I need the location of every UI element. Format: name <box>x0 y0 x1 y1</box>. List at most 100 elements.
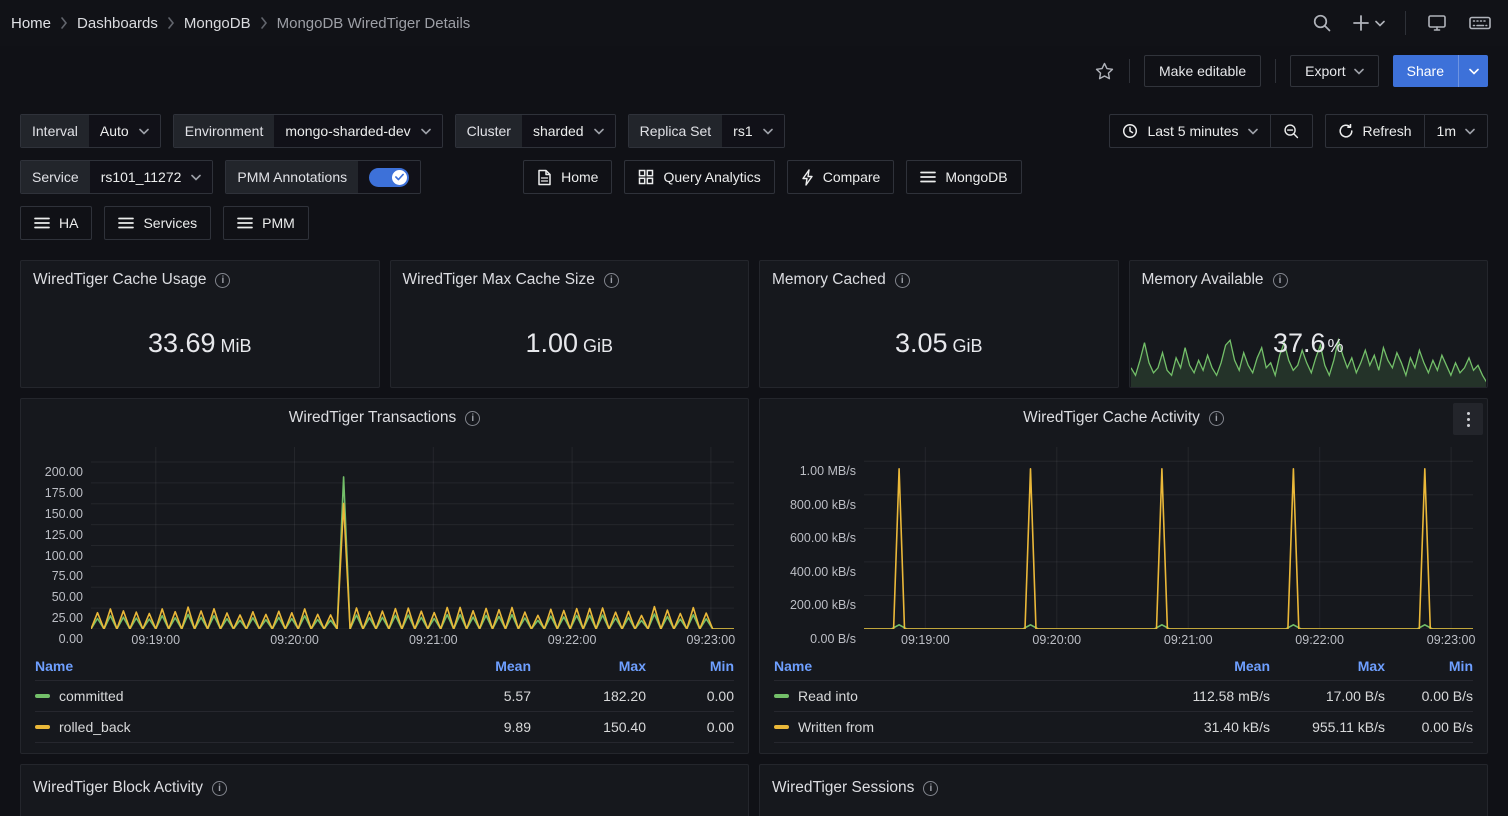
legend-header-mean[interactable]: Mean <box>411 653 531 681</box>
make-editable-button[interactable]: Make editable <box>1144 55 1261 87</box>
bolt-icon <box>801 169 814 186</box>
stat-value: 1.00GiB <box>525 328 613 359</box>
keyboard-icon[interactable] <box>1468 13 1492 33</box>
legend-min-value: 0.00 <box>646 681 734 712</box>
legend-max-value: 17.00 B/s <box>1270 681 1385 712</box>
search-icon[interactable] <box>1312 13 1332 33</box>
info-icon[interactable]: i <box>212 781 227 796</box>
pmm-annotations-control: PMM Annotations <box>225 160 421 194</box>
legend-header-min[interactable]: Min <box>1385 653 1473 681</box>
legend-header-name[interactable]: Name <box>35 653 411 681</box>
info-icon[interactable]: i <box>215 273 230 288</box>
stat-value: 33.69MiB <box>148 328 252 359</box>
info-icon[interactable]: i <box>1209 411 1224 426</box>
refresh-icon <box>1338 123 1354 139</box>
cluster-variable: Cluster sharded <box>455 114 616 148</box>
legend-series-toggle[interactable]: rolled_back <box>35 712 411 743</box>
panel-memory-available: Memory Available i 37.6% <box>1129 260 1489 388</box>
legend-min-value: 0.00 <box>646 712 734 743</box>
pmm-annotations-label: PMM Annotations <box>226 161 358 193</box>
bottom-panels-row: WiredTiger Block Activity i WiredTiger Se… <box>20 764 1488 816</box>
panel-title[interactable]: Memory Available <box>1142 271 1264 289</box>
legend-series-toggle[interactable]: Read into <box>774 681 1150 712</box>
panel-title[interactable]: WiredTiger Transactions <box>289 409 456 427</box>
service-value-dropdown[interactable]: rs101_11272 <box>90 161 213 193</box>
panel-title[interactable]: WiredTiger Cache Activity <box>1023 409 1200 427</box>
time-range-picker: Last 5 minutes <box>1109 114 1312 148</box>
replica-set-value-dropdown[interactable]: rs1 <box>722 115 783 147</box>
environment-value-dropdown[interactable]: mongo-sharded-dev <box>274 115 441 147</box>
breadcrumb-home[interactable]: Home <box>11 15 51 32</box>
refresh-button[interactable]: Refresh <box>1326 115 1424 147</box>
home-link-button[interactable]: Home <box>523 160 612 194</box>
services-link-button[interactable]: Services <box>104 206 211 240</box>
y-axis-labels: 1.00 MB/s800.00 kB/s600.00 kB/s400.00 kB… <box>768 447 864 629</box>
info-icon[interactable]: i <box>604 273 619 288</box>
x-axis-labels: 09:19:0009:20:0009:21:0009:22:0009:23:00 <box>91 629 734 653</box>
panel-wiredtiger-cache-usage: WiredTiger Cache Usage i 33.69MiB <box>20 260 380 388</box>
pmm-link-button[interactable]: PMM <box>223 206 309 240</box>
chevron-right-icon <box>60 17 68 29</box>
replica-set-label: Replica Set <box>629 115 723 147</box>
info-icon[interactable]: i <box>1273 273 1288 288</box>
panel-wiredtiger-sessions: WiredTiger Sessions i <box>759 764 1488 816</box>
breadcrumb: Home Dashboards MongoDB MongoDB WiredTig… <box>11 15 470 32</box>
cluster-value-dropdown[interactable]: sharded <box>522 115 615 147</box>
legend-header-min[interactable]: Min <box>646 653 734 681</box>
check-icon <box>395 173 404 181</box>
time-range-button[interactable]: Last 5 minutes <box>1110 115 1269 147</box>
dashboard-actions-bar: Make editable Export Share <box>0 46 1508 96</box>
panel-title[interactable]: WiredTiger Max Cache Size <box>403 271 595 289</box>
interval-value-dropdown[interactable]: Auto <box>89 115 160 147</box>
zoom-out-time-button[interactable] <box>1271 115 1312 147</box>
legend-mean-value: 5.57 <box>411 681 531 712</box>
document-icon <box>537 169 552 186</box>
legend-header-name[interactable]: Name <box>774 653 1150 681</box>
share-button[interactable]: Share <box>1393 55 1458 87</box>
stat-value: 37.6% <box>1273 328 1344 359</box>
info-icon[interactable]: i <box>923 781 938 796</box>
panel-title[interactable]: WiredTiger Sessions <box>772 779 914 797</box>
share-menu-caret[interactable] <box>1458 55 1488 87</box>
panel-wiredtiger-max-cache-size: WiredTiger Max Cache Size i 1.00GiB <box>390 260 750 388</box>
legend-header-mean[interactable]: Mean <box>1150 653 1270 681</box>
panel-title[interactable]: Memory Cached <box>772 271 886 289</box>
chart-plot-area[interactable] <box>864 447 1473 629</box>
info-icon[interactable]: i <box>895 273 910 288</box>
legend-header-max[interactable]: Max <box>531 653 646 681</box>
legend-series-toggle[interactable]: committed <box>35 681 411 712</box>
panel-title[interactable]: WiredTiger Block Activity <box>33 779 203 797</box>
panel-menu-kebab-icon[interactable] <box>1453 403 1483 435</box>
panel-title[interactable]: WiredTiger Cache Usage <box>33 271 206 289</box>
stat-value: 3.05GiB <box>895 328 983 359</box>
star-icon[interactable] <box>1094 61 1115 82</box>
x-axis-labels: 09:19:0009:20:0009:21:0009:22:0009:23:00 <box>864 629 1473 653</box>
legend-row: Written from 31.40 kB/s 955.11 kB/s 0.00… <box>774 712 1473 743</box>
toggle-on <box>369 168 409 187</box>
info-icon[interactable]: i <box>465 411 480 426</box>
chart-plot-area[interactable] <box>91 447 734 629</box>
series-color-swatch <box>35 725 50 729</box>
pmm-annotations-toggle[interactable] <box>358 161 420 193</box>
query-analytics-link-button[interactable]: Query Analytics <box>624 160 774 194</box>
series-color-swatch <box>35 694 50 698</box>
mongodb-link-button[interactable]: MongoDB <box>906 160 1021 194</box>
export-button[interactable]: Export <box>1290 55 1378 87</box>
legend-header-max[interactable]: Max <box>1270 653 1385 681</box>
legend-row: Read into 112.58 mB/s 17.00 B/s 0.00 B/s <box>774 681 1473 712</box>
breadcrumb-mongodb[interactable]: MongoDB <box>184 15 251 32</box>
replica-set-variable: Replica Set rs1 <box>628 114 785 148</box>
legend-series-toggle[interactable]: Written from <box>774 712 1150 743</box>
refresh-interval-dropdown[interactable]: 1m <box>1425 115 1487 147</box>
refresh-picker: Refresh 1m <box>1325 114 1488 148</box>
compare-link-button[interactable]: Compare <box>787 160 895 194</box>
plus-icon <box>1352 14 1370 32</box>
top-nav-bar: Home Dashboards MongoDB MongoDB WiredTig… <box>0 0 1508 46</box>
monitor-icon[interactable] <box>1426 13 1448 33</box>
new-menu-button[interactable] <box>1352 14 1385 32</box>
breadcrumb-dashboards[interactable]: Dashboards <box>77 15 158 32</box>
ha-link-button[interactable]: HA <box>20 206 92 240</box>
chevron-down-icon <box>1354 68 1364 75</box>
chevron-down-icon <box>139 128 149 135</box>
menu-icon <box>118 217 134 229</box>
